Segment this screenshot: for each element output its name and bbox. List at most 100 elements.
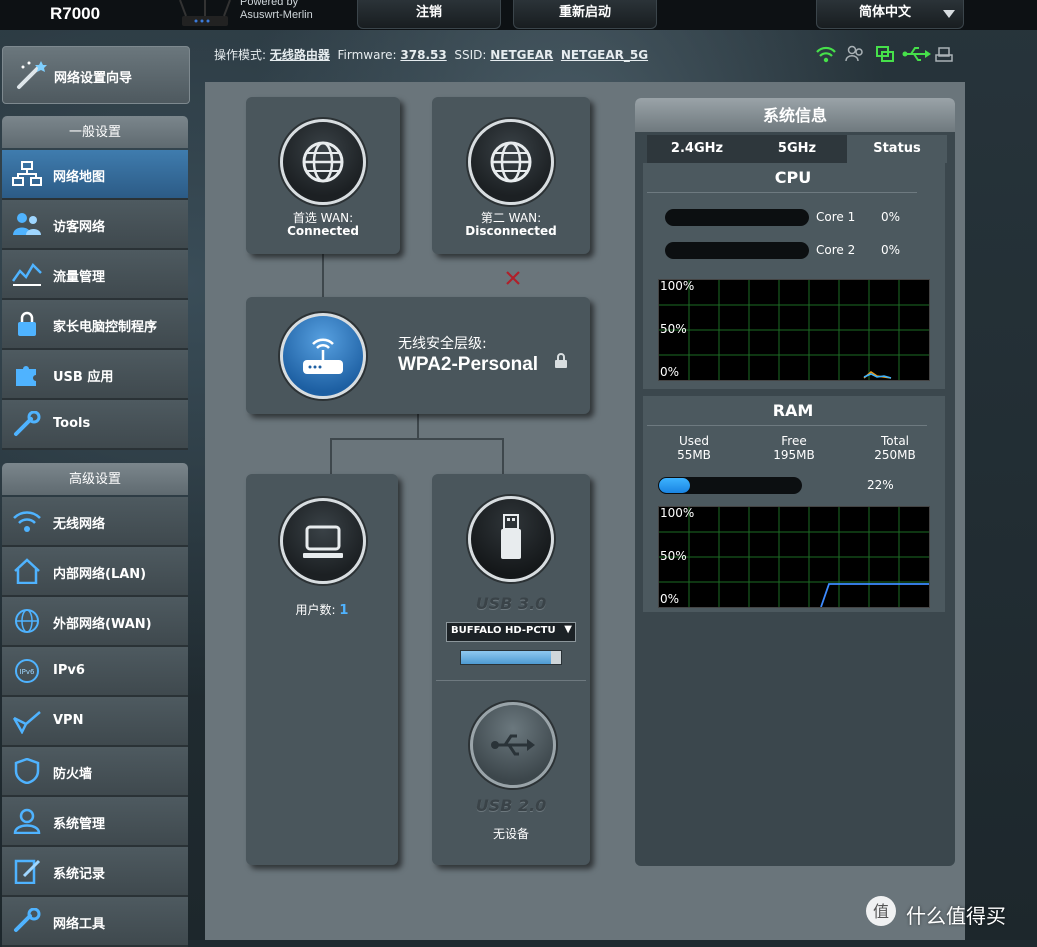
firmware-link[interactable]: 378.53 — [400, 48, 446, 62]
ipv6-icon: IPv6 — [15, 659, 39, 683]
router-model: R7000 — [50, 4, 101, 23]
router-card[interactable]: 无线安全层级: WPA2-Personal — [246, 297, 590, 414]
cpu-graph-label-50: 50% — [660, 322, 687, 336]
usb-icon[interactable] — [902, 47, 932, 61]
wan1-card[interactable]: 首选 WAN: Connected — [246, 97, 400, 254]
ram-graph-label-0: 0% — [660, 592, 680, 606]
svg-text:值: 值 — [873, 902, 889, 921]
sidebar-item-tools[interactable]: Tools — [2, 400, 188, 450]
security-label: 无线安全层级: — [398, 336, 487, 352]
quick-setup-wizard[interactable]: 网络设置向导 — [2, 46, 190, 104]
sidebar-item-label: 内部网络(LAN) — [53, 567, 147, 582]
sidebar-item-vpn[interactable]: VPN — [2, 697, 188, 747]
divider — [436, 680, 586, 681]
sidebar-item-wireless[interactable]: 无线网络 — [2, 497, 188, 547]
ram-used-value: 55MB — [677, 448, 711, 462]
sidebar-item-usb-app[interactable]: USB 应用 — [2, 350, 188, 400]
usb-icon — [470, 702, 556, 788]
general-section-title: 一般设置 — [2, 116, 188, 148]
ram-total: Total 250MB — [864, 434, 926, 462]
cpu-graph-label-0: 0% — [660, 365, 680, 379]
ssid-5g-link[interactable]: NETGEAR_5G — [561, 48, 648, 62]
advanced-section-title: 高级设置 — [2, 463, 188, 495]
network-icon[interactable] — [876, 46, 894, 62]
cpu-title: CPU — [774, 168, 812, 187]
wan2-card[interactable]: 第二 WAN: Disconnected — [432, 97, 590, 254]
ram-free: Free 195MB — [763, 434, 825, 462]
lan-icon — [14, 558, 40, 584]
language-select[interactable]: 简体中文 — [816, 0, 964, 29]
tab-5ghz[interactable]: 5GHz — [747, 135, 847, 163]
sidebar-item-firewall[interactable]: 防火墙 — [2, 747, 188, 797]
usb3-device-select[interactable]: BUFFALO HD-PCTU ▼ — [446, 622, 576, 642]
wizard-label: 网络设置向导 — [54, 71, 133, 86]
connector-clients — [330, 438, 332, 474]
logout-button[interactable]: 注销 — [357, 0, 501, 29]
sidebar-item-ipv6[interactable]: IPv6 IPv6 — [2, 647, 188, 697]
sidebar-item-lan[interactable]: 内部网络(LAN) — [2, 547, 188, 597]
firmware-brand: Asuswrt-Merlin — [240, 9, 313, 21]
divider — [647, 425, 927, 426]
usb-app-icon — [16, 366, 36, 386]
wireless-icon — [13, 511, 41, 532]
tab-status[interactable]: Status — [847, 135, 947, 163]
clients-value[interactable]: 1 — [339, 603, 348, 618]
connector-usb — [502, 438, 504, 474]
ram-total-label: Total — [880, 434, 910, 448]
sidebar-item-administration[interactable]: 系统管理 — [2, 797, 188, 847]
clients-label: 用户数: — [295, 603, 336, 617]
clients-count: 用户数: 1 — [246, 601, 398, 618]
core1-bar — [665, 209, 809, 226]
sidebar-item-label: 家长电脑控制程序 — [53, 320, 158, 335]
sidebar-item-label: 网络地图 — [53, 170, 106, 185]
usb3-device-value: BUFFALO HD-PCTU — [451, 625, 556, 636]
ram-usage-fill — [659, 478, 690, 493]
ram-graph-label-100: 100% — [660, 506, 695, 520]
guest-network-icon — [13, 213, 41, 235]
divider — [647, 192, 917, 193]
network-tools-icon — [14, 908, 41, 932]
operation-mode-link[interactable]: 无线路由器 — [270, 48, 330, 62]
sidebar-item-label: IPv6 — [53, 663, 85, 678]
tools-icon — [14, 411, 41, 436]
operation-mode-label: 操作模式: — [214, 48, 267, 62]
router-icon — [179, 0, 231, 26]
sidebar-item-system-log[interactable]: 系统记录 — [2, 847, 188, 897]
sidebar-item-label: 访客网络 — [53, 220, 106, 235]
sidebar-item-parental-control[interactable]: 家长电脑控制程序 — [2, 300, 188, 350]
router-icon — [280, 313, 366, 399]
clients-card[interactable]: 用户数: 1 — [246, 474, 398, 865]
core2-value: 0% — [881, 243, 901, 257]
sidebar-item-wan[interactable]: 外部网络(WAN) — [2, 597, 188, 647]
usb3-label: USB 3.0 — [475, 594, 547, 613]
sidebar-item-label: 防火墙 — [53, 767, 93, 782]
core2-label: Core 2 — [816, 243, 856, 257]
wan2-status: Disconnected — [465, 224, 557, 238]
ram-title: RAM — [772, 401, 814, 420]
printer-icon[interactable] — [935, 47, 953, 62]
sidebar-item-network-map[interactable]: 网络地图 — [2, 150, 188, 200]
usb2-status: 无设备 — [492, 827, 529, 841]
sidebar-item-label: VPN — [53, 713, 84, 728]
sidebar-item-guest-network[interactable]: 访客网络 — [2, 200, 188, 250]
status-line: 操作模式: 无线路由器 Firmware: 378.53 SSID: NETGE… — [214, 46, 648, 63]
magic-wand-icon — [17, 61, 47, 89]
parental-control-icon — [18, 311, 36, 336]
security-value: WPA2-Personal — [398, 354, 539, 375]
ram-graph: 100% 50% 0% — [658, 506, 930, 608]
wifi-icon[interactable] — [816, 46, 836, 63]
cpu-graph-label-100: 100% — [660, 279, 695, 293]
usb3-usage-bar — [460, 650, 562, 665]
sidebar-item-label: 无线网络 — [53, 517, 106, 532]
ssid-2g-link[interactable]: NETGEAR — [490, 48, 553, 62]
sidebar-item-traffic-manager[interactable]: 流量管理 — [2, 250, 188, 300]
system-info-panel: 系统信息 2.4GHz 5GHz Status CPU Core 1 0% Co… — [635, 98, 955, 866]
computer-icon — [280, 498, 366, 584]
reboot-button[interactable]: 重新启动 — [513, 0, 657, 29]
usb-drive-icon[interactable] — [468, 496, 554, 582]
sidebar-item-label: 网络工具 — [53, 917, 106, 932]
tab-2ghz[interactable]: 2.4GHz — [647, 135, 747, 163]
chevron-down-icon: ▼ — [564, 624, 572, 635]
ram-graph-label-50: 50% — [660, 549, 687, 563]
clients-icon[interactable] — [845, 45, 863, 62]
